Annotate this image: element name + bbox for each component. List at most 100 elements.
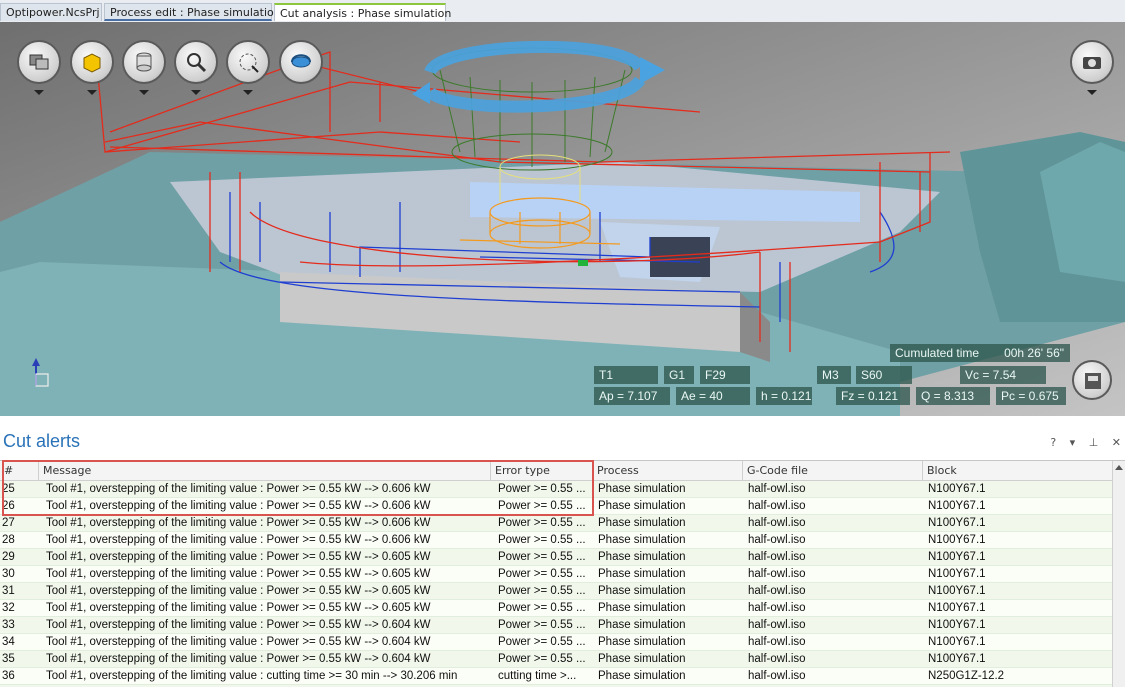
cell-number: 31 xyxy=(2,585,15,597)
table-row[interactable]: 26 Tool #1, overstepping of the limiting … xyxy=(0,498,1113,515)
vertical-scrollbar[interactable] xyxy=(1112,461,1125,687)
pin-icon[interactable]: ⊥ xyxy=(1089,436,1099,449)
table-row[interactable]: 33 Tool #1, overstepping of the limiting … xyxy=(0,617,1113,634)
cell-error-type: Power >= 0.55 ... xyxy=(498,602,586,614)
hud-fz: Fz = 0.121 xyxy=(836,387,910,405)
table-row[interactable]: 32 Tool #1, overstepping of the limiting … xyxy=(0,600,1113,617)
close-icon[interactable]: ✕ xyxy=(1112,436,1121,449)
display-mode-dropdown[interactable] xyxy=(34,90,44,95)
cell-number: 25 xyxy=(2,483,15,495)
hud-mcode: M3 xyxy=(817,366,851,384)
hud-tool: T1 xyxy=(594,366,658,384)
cell-process: Phase simulation xyxy=(598,517,686,529)
camera-settings-button[interactable] xyxy=(1070,40,1114,84)
cell-block: N100Y67.1 xyxy=(928,500,986,512)
hud-gcode: G1 xyxy=(664,366,694,384)
help-icon[interactable]: ? xyxy=(1050,436,1056,449)
table-row[interactable]: 27 Tool #1, overstepping of the limiting … xyxy=(0,515,1113,532)
cell-block: N100Y67.1 xyxy=(928,585,986,597)
cell-number: 27 xyxy=(2,517,15,529)
simulation-viewport[interactable]: Cumulated time 00h 26' 56" T1 G1 F29 M3 … xyxy=(0,22,1125,416)
solid-view-button[interactable] xyxy=(70,40,114,84)
rotate-view-button[interactable] xyxy=(279,40,323,84)
cell-block: N100Y67.1 xyxy=(928,636,986,648)
table-row[interactable]: 36 Tool #1, overstepping of the limiting … xyxy=(0,668,1113,685)
cell-gcode-file: half-owl.iso xyxy=(748,551,806,563)
zoom-button[interactable] xyxy=(174,40,218,84)
table-row[interactable]: 35 Tool #1, overstepping of the limiting … xyxy=(0,651,1113,668)
table-row[interactable]: 28 Tool #1, overstepping of the limiting … xyxy=(0,532,1113,549)
cell-block: N100Y67.1 xyxy=(928,483,986,495)
machine-view-button[interactable] xyxy=(1072,360,1112,400)
column-header-process[interactable]: Process xyxy=(592,461,742,480)
table-row[interactable]: 25 Tool #1, overstepping of the limiting … xyxy=(0,481,1113,498)
cell-block: N100Y67.1 xyxy=(928,551,986,563)
display-mode-button[interactable] xyxy=(17,40,61,84)
stock-view-button[interactable] xyxy=(122,40,166,84)
tab-project[interactable]: Optipower.NcsPrj xyxy=(0,3,102,21)
axis-triad-icon xyxy=(32,358,49,387)
cell-error-type: Power >= 0.55 ... xyxy=(498,568,586,580)
scroll-up-icon[interactable] xyxy=(1115,465,1123,470)
hud-ae: Ae = 40 xyxy=(676,387,750,405)
panel-menu-icon[interactable]: ▾ xyxy=(1070,436,1076,449)
cell-error-type: Power >= 0.55 ... xyxy=(498,653,586,665)
column-header-error-type[interactable]: Error type xyxy=(490,461,592,480)
section-dropdown[interactable] xyxy=(243,90,253,95)
cell-process: Phase simulation xyxy=(598,500,686,512)
cell-block: N250G1Z-12.2 xyxy=(928,670,1005,682)
cell-error-type: Power >= 0.55 ... xyxy=(498,534,586,546)
zoom-dropdown[interactable] xyxy=(191,90,201,95)
cell-message: Tool #1, overstepping of the limiting va… xyxy=(46,551,431,563)
table-row[interactable]: 34 Tool #1, overstepping of the limiting … xyxy=(0,634,1113,651)
cell-process: Phase simulation xyxy=(598,653,686,665)
tab-process-edit[interactable]: Process edit : Phase simulation xyxy=(104,3,281,21)
table-row[interactable]: 29 Tool #1, overstepping of the limiting … xyxy=(0,549,1113,566)
cell-number: 36 xyxy=(2,670,15,682)
cell-process: Phase simulation xyxy=(598,636,686,648)
stock-view-icon xyxy=(136,52,152,72)
table-body: 25 Tool #1, overstepping of the limiting … xyxy=(0,481,1113,687)
column-header-block[interactable]: Block xyxy=(922,461,1113,480)
tab-cut-analysis[interactable]: Cut analysis : Phase simulation xyxy=(274,3,451,21)
stock-view-dropdown[interactable] xyxy=(139,90,149,95)
panel-controls: ? ▾ ⊥ ✕ xyxy=(1040,436,1121,449)
cell-error-type: Power >= 0.55 ... xyxy=(498,585,586,597)
hud-h: h = 0.121 xyxy=(756,387,812,405)
cell-number: 30 xyxy=(2,568,15,580)
solid-view-dropdown[interactable] xyxy=(87,90,97,95)
cell-gcode-file: half-owl.iso xyxy=(748,500,806,512)
cell-message: Tool #1, overstepping of the limiting va… xyxy=(46,568,431,580)
cell-message: Tool #1, overstepping of the limiting va… xyxy=(46,653,431,665)
cell-error-type: Power >= 0.55 ... xyxy=(498,483,586,495)
cell-number: 26 xyxy=(2,500,15,512)
table-row[interactable]: 30 Tool #1, overstepping of the limiting … xyxy=(0,566,1113,583)
cell-number: 28 xyxy=(2,534,15,546)
column-header-gcode-file[interactable]: G-Code file xyxy=(742,461,922,480)
cell-error-type: cutting time >... xyxy=(498,670,577,682)
table-row[interactable]: 31 Tool #1, overstepping of the limiting … xyxy=(0,583,1113,600)
cell-block: N100Y67.1 xyxy=(928,619,986,631)
cell-gcode-file: half-owl.iso xyxy=(748,517,806,529)
cell-block: N100Y67.1 xyxy=(928,534,986,546)
column-header-number[interactable]: # xyxy=(0,461,38,480)
cumulated-time-label: Cumulated time xyxy=(895,346,980,360)
cell-gcode-file: half-owl.iso xyxy=(748,636,806,648)
section-button[interactable] xyxy=(226,40,270,84)
camera-settings-dropdown[interactable] xyxy=(1087,90,1097,95)
hud-pc: Pc = 0.675 xyxy=(996,387,1066,405)
camera-settings-icon xyxy=(1083,57,1101,69)
cell-gcode-file: half-owl.iso xyxy=(748,670,806,682)
cell-error-type: Power >= 0.55 ... xyxy=(498,551,586,563)
cell-block: N100Y67.1 xyxy=(928,602,986,614)
zoom-icon xyxy=(187,53,207,73)
cell-gcode-file: half-owl.iso xyxy=(748,483,806,495)
cell-message: Tool #1, overstepping of the limiting va… xyxy=(46,619,431,631)
machine-view-icon xyxy=(1085,373,1101,389)
column-header-message[interactable]: Message xyxy=(38,461,490,480)
cell-message: Tool #1, overstepping of the limiting va… xyxy=(46,670,458,682)
hud-spindle: S60 xyxy=(856,366,912,384)
cumulated-time-panel: Cumulated time 00h 26' 56" xyxy=(890,344,1070,362)
cell-gcode-file: half-owl.iso xyxy=(748,534,806,546)
hud-vc: Vc = 7.54 xyxy=(960,366,1046,384)
